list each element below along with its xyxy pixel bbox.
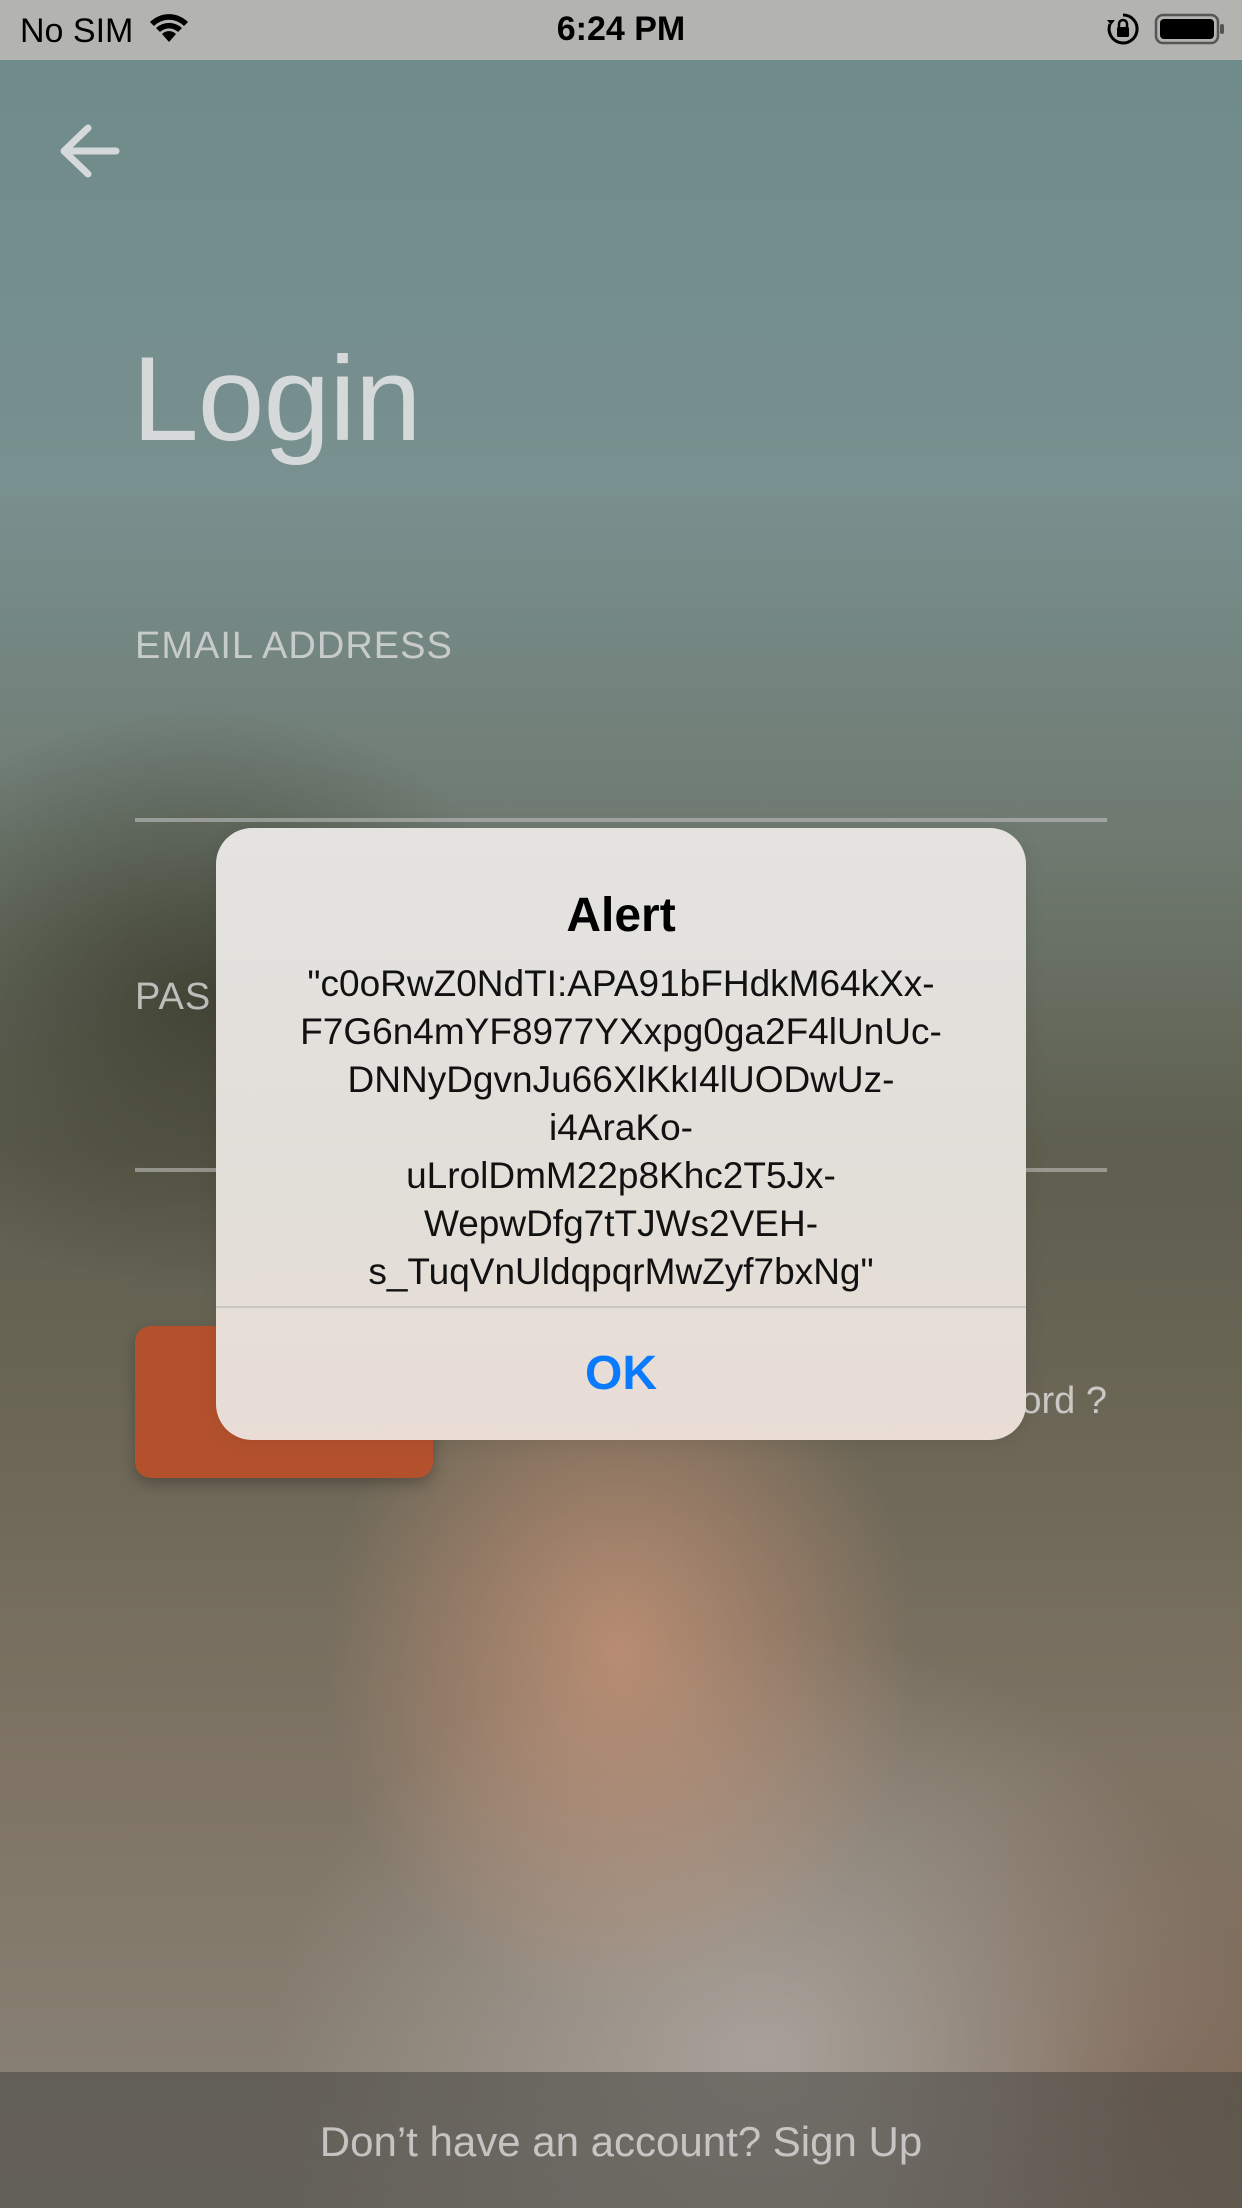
signup-bar[interactable]: Don’t have an account? Sign Up xyxy=(0,2072,1242,2208)
alert-message: "c0oRwZ0NdTI:APA91bFHdkM64kXx- F7G6n4mYF8… xyxy=(300,963,942,1292)
email-label: EMAIL ADDRESS xyxy=(135,625,453,667)
email-field[interactable] xyxy=(135,818,1107,822)
password-label: PAS xyxy=(135,976,212,1018)
status-time: 6:24 PM xyxy=(556,10,686,48)
back-arrow-icon[interactable] xyxy=(56,118,122,184)
orientation-lock-icon xyxy=(1106,12,1140,55)
battery-icon xyxy=(1154,12,1226,55)
screen: No SIM 6:24 PM Login EMAIL ADDRESS PAS o… xyxy=(0,0,1242,2208)
status-bar: No SIM 6:24 PM xyxy=(0,0,1242,60)
signup-link[interactable]: Don’t have an account? Sign Up xyxy=(0,2118,1242,2166)
alert-ok-button[interactable]: OK xyxy=(216,1308,1026,1440)
page-title: Login xyxy=(132,332,422,466)
alert-title: Alert xyxy=(566,889,676,942)
forgot-password-link[interactable]: ord ? xyxy=(1020,1380,1107,1423)
status-right xyxy=(1106,12,1226,55)
alert-dialog: Alert "c0oRwZ0NdTI:APA91bFHdkM64kXx- F7G6… xyxy=(216,828,1026,1440)
